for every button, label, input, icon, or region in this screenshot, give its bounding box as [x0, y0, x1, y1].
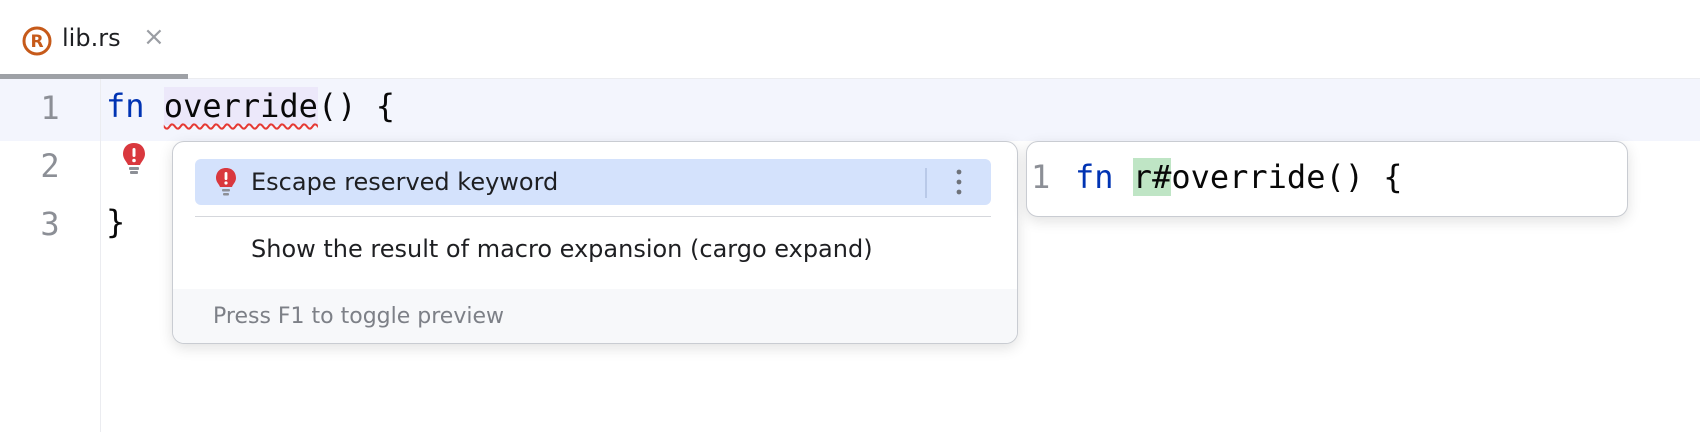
- close-icon[interactable]: ×: [143, 22, 165, 52]
- error-bulb-icon[interactable]: [121, 141, 147, 177]
- intention-preview-popup: 1 fn r#override() {: [1026, 141, 1628, 217]
- more-options-icon[interactable]: [955, 167, 963, 197]
- line-number: 1: [40, 89, 60, 127]
- tab-lib-rs[interactable]: R lib.rs ×: [0, 0, 188, 79]
- error-bulb-icon: [216, 168, 236, 196]
- footer-hint: Press F1 to toggle preview: [213, 304, 504, 329]
- keyword-fn: fn: [106, 87, 145, 125]
- preview-line-number: 1: [1031, 158, 1051, 196]
- preview-rest: () {: [1325, 158, 1403, 196]
- intention-item-escape-keyword[interactable]: Escape reserved keyword: [195, 159, 991, 205]
- error-identifier[interactable]: override: [163, 87, 318, 125]
- line-number: 3: [40, 205, 60, 243]
- preview-identifier: override: [1171, 158, 1326, 196]
- intention-actions-popup: Escape reserved keyword Show the result …: [172, 141, 1018, 344]
- preview-code-line: fn r#override() {: [1075, 158, 1403, 196]
- intention-item-label: Show the result of macro expansion (carg…: [251, 235, 873, 263]
- code-line-1[interactable]: fn override() {: [106, 87, 395, 125]
- popup-footer: Press F1 to toggle preview: [173, 289, 1017, 343]
- editor-tab-bar: R lib.rs ×: [0, 0, 1700, 79]
- gutter-divider: [100, 79, 101, 432]
- line-number: 2: [40, 147, 60, 185]
- svg-text:R: R: [30, 32, 43, 52]
- intention-item-macro-expansion[interactable]: Show the result of macro expansion (carg…: [195, 226, 991, 272]
- added-text-highlight: r#: [1132, 158, 1172, 196]
- keyword-fn: fn: [1075, 158, 1114, 196]
- rust-file-icon: R: [22, 26, 52, 56]
- tab-label: lib.rs: [62, 24, 121, 52]
- code-line-3[interactable]: }: [106, 203, 125, 241]
- intention-item-label: Escape reserved keyword: [251, 168, 559, 196]
- popup-divider: [195, 216, 991, 217]
- item-separator: [925, 168, 927, 198]
- code-rest: () {: [317, 87, 395, 125]
